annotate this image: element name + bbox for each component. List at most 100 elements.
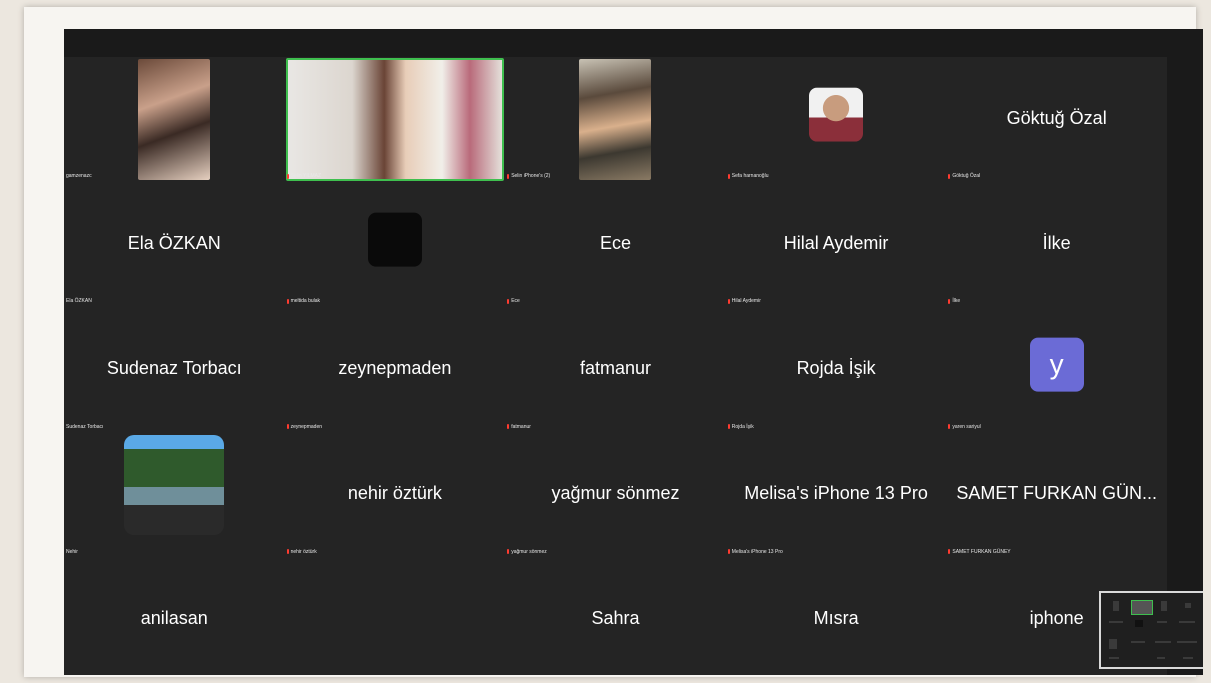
participant-display-name: Ela ÖZKAN (127, 232, 221, 253)
mic-muted-icon (286, 173, 289, 179)
participant-tile[interactable]: gamzenazc (64, 57, 285, 182)
participant-display-name: Rojda İşik (796, 357, 876, 378)
participant-tile[interactable]: fatmanur fatmanur (505, 307, 726, 432)
mic-muted-icon (948, 549, 951, 555)
participant-name-label-text: meltida bulak (290, 298, 321, 305)
participant-display-name: SAMET FURKAN GÜN... (956, 482, 1158, 503)
participant-name-label: Sefa harnanoğlu (727, 173, 769, 180)
participant-name-label-text: yaren sariyul (952, 423, 981, 430)
participant-tile[interactable]: y yaren sariyul (946, 307, 1167, 432)
participant-name-label: Ela ÖZKAN (66, 298, 92, 304)
participant-name-label: Sudenaz Torbacı (66, 424, 103, 430)
participant-name-label: nehir öztürk (286, 548, 317, 555)
participant-tile[interactable]: İlke İlke (946, 182, 1167, 307)
participant-display-name: İlke (1042, 232, 1071, 253)
participant-display-name: nehir öztürk (347, 482, 442, 503)
participant-name-label-text: nehir öztürk (290, 548, 317, 555)
mic-muted-icon (286, 298, 289, 304)
mic-muted-icon (727, 549, 730, 555)
participant-name-label: Rojda İşik (727, 423, 754, 430)
participant-display-name: Hilal Aydemir (783, 232, 889, 253)
mic-muted-icon (507, 549, 510, 555)
gallery-thumbnail-preview[interactable] (1099, 591, 1203, 669)
participant-name-label: yaren sariyul (948, 423, 981, 430)
participant-tile[interactable]: Hilal Aydemir Hilal Aydemir (726, 182, 947, 307)
participant-tile[interactable]: Sefa harnanoğlu (726, 57, 947, 182)
participant-tile[interactable]: Sudenaz Torbacı Sudenaz Torbacı (64, 307, 285, 432)
participant-tile[interactable]: Rojda İşik Rojda İşik (726, 307, 947, 432)
participant-name-label-text: Selin YILMAZ (290, 173, 322, 180)
participant-name-label-text: Göktuğ Özal (952, 173, 981, 180)
participant-avatar (367, 212, 422, 267)
participant-name-label-text: gamzenazc (66, 173, 92, 180)
participant-avatar (809, 87, 864, 142)
mic-muted-icon (507, 424, 510, 430)
participant-display-name: anilasan (140, 608, 208, 629)
participant-tile[interactable]: Ece Ece (505, 182, 726, 307)
participant-name-label-text: yağmur sönmez (511, 548, 547, 555)
active-speaker-video (285, 58, 505, 182)
participant-name-label-text: Ece (511, 298, 520, 305)
mic-muted-icon (948, 298, 951, 304)
participant-tile[interactable]: nehir öztürk nehir öztürk (285, 433, 506, 558)
participant-display-name: Sahra (591, 608, 640, 629)
participant-tile[interactable]: Selin YILMAZ (285, 57, 506, 182)
participant-name-label: Hilal Aydemir (727, 298, 761, 305)
photo-frame: gamzenazc Selin YILMAZ Selin iPhone's (2) S… (24, 7, 1203, 677)
letter-avatar: y (1029, 337, 1084, 392)
participant-name-label-text: Sudenaz Torbacı (66, 423, 104, 430)
participant-tile[interactable]: Ela ÖZKAN Ela ÖZKAN (64, 182, 285, 307)
participant-name-label: İlke (948, 298, 960, 304)
participant-tile[interactable]: SAMET FURKAN GÜN... SAMET FURKAN GÜNEY (946, 433, 1167, 558)
mic-muted-icon (727, 173, 730, 179)
participant-name-label: gamzenazc (66, 173, 92, 179)
participant-name-label: Göktuğ Özal (948, 173, 980, 179)
participant-display-name: yağmur sönmez (551, 482, 680, 503)
participant-name-label-text: Rojda İşik (731, 423, 754, 430)
participant-name-label-text: İlke (952, 298, 961, 305)
participant-name-label-text: Nehir (66, 548, 78, 555)
participant-name-label-text: Selin iPhone's (2) (511, 173, 551, 180)
mic-muted-icon (948, 424, 951, 430)
participant-tile[interactable]: Mısra (726, 558, 947, 675)
participant-tile[interactable]: Nehir (64, 433, 285, 558)
participant-tile[interactable]: Melisa's iPhone 13 Pro Melisa's iPhone 13… (726, 433, 947, 558)
participant-name-label-text: zeynepmaden (290, 423, 323, 430)
participant-name-label: SAMET FURKAN GÜNEY (948, 548, 1011, 555)
participant-tile[interactable]: Selin iPhone's (2) (505, 57, 726, 182)
participant-tile[interactable]: yağmur sönmez yağmur sönmez (505, 433, 726, 558)
participant-display-name: fatmanur (579, 357, 651, 378)
mic-muted-icon (286, 424, 289, 430)
participant-tile[interactable] (285, 558, 506, 675)
participant-name-label-text: Ela ÖZKAN (66, 298, 92, 305)
participant-avatar (124, 435, 225, 536)
participant-name-label: Selin YILMAZ (286, 173, 322, 180)
participant-display-name: Göktuğ Özal (1006, 107, 1107, 128)
participant-name-label-text: Hilal Aydemir (731, 298, 761, 305)
participant-name-label: Melisa's iPhone 13 Pro (727, 549, 783, 555)
participant-tile[interactable]: meltida bulak (285, 182, 506, 307)
participant-display-name: Melisa's iPhone 13 Pro (744, 482, 928, 503)
participant-name-label-text: fatmanur (511, 423, 531, 430)
meeting-window: gamzenazc Selin YILMAZ Selin iPhone's (2) S… (64, 29, 1203, 675)
participant-tile[interactable]: anilasan (64, 558, 285, 675)
mic-muted-icon (286, 549, 289, 555)
participant-name-label: fatmanur (507, 424, 531, 430)
participant-name-label: meltida bulak (286, 298, 321, 305)
participant-video (579, 59, 652, 181)
mic-muted-icon (507, 298, 510, 304)
participant-tile[interactable]: Göktuğ Özal Göktuğ Özal (946, 57, 1167, 182)
participant-name-label-text: SAMET FURKAN GÜNEY (952, 548, 1011, 555)
participant-tile[interactable]: Sahra (505, 558, 726, 675)
participant-tile[interactable]: zeynepmaden zeynepmaden (285, 307, 506, 432)
participant-display-name: Mısra (813, 608, 859, 629)
participant-name-label: Ece (507, 298, 520, 304)
mic-muted-icon (507, 173, 510, 179)
gallery-view: gamzenazc Selin YILMAZ Selin iPhone's (2) S… (64, 57, 1167, 675)
participant-display-name: Ece (599, 232, 631, 253)
mic-muted-icon (948, 173, 951, 179)
participant-name-label: zeynepmaden (286, 423, 323, 430)
participant-name-label-text: Sefa harnanoğlu (731, 173, 769, 180)
mic-muted-icon (727, 424, 730, 430)
participant-display-name: zeynepmaden (338, 357, 452, 378)
